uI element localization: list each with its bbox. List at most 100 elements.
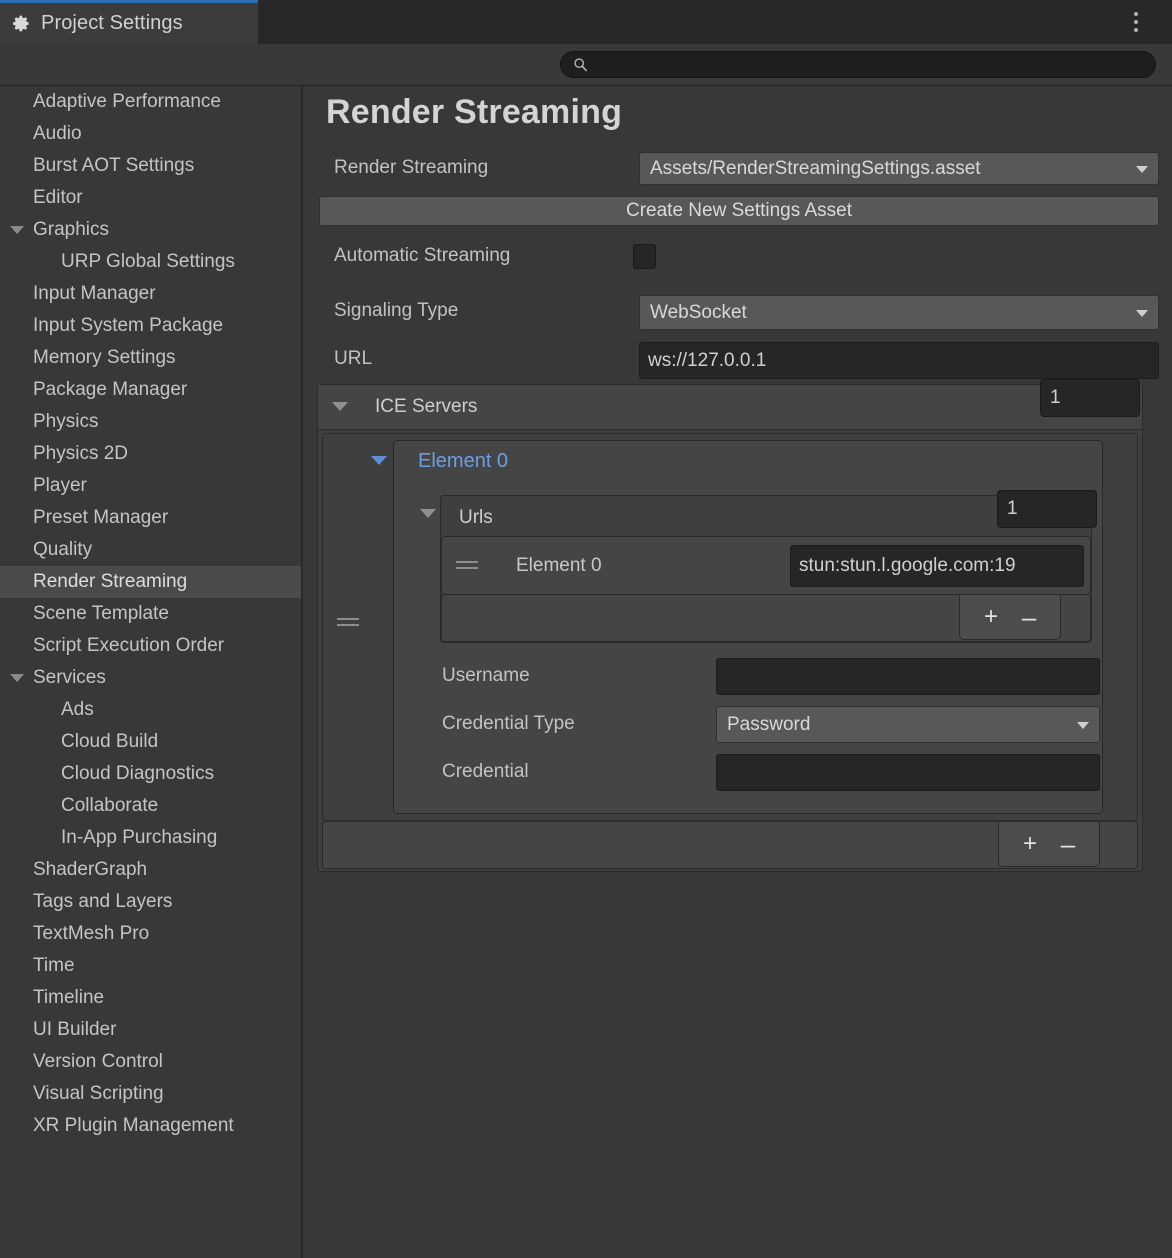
render-streaming-row: Render Streaming Assets/RenderStreamingS… [305,148,1172,188]
automatic-streaming-row: Automatic Streaming [305,236,1172,276]
settings-sidebar[interactable]: Adaptive Performance AudioBurst AOT Setti… [0,86,303,1258]
kebab-dot [1134,20,1138,24]
sidebar-item-label: Services [33,667,106,689]
username-label: Username [442,665,530,687]
automatic-streaming-checkbox[interactable] [633,244,656,269]
sidebar-item-label: Ads [61,699,94,721]
sidebar-item-services[interactable]: Services [0,662,301,694]
credential-type-dropdown[interactable]: Password [716,706,1100,743]
urls-element-drag-handle[interactable] [456,561,478,571]
ice-servers-foldout-icon[interactable] [332,402,348,411]
sidebar-item-scene-template[interactable]: Scene Template [0,598,301,630]
kebab-menu-icon[interactable] [1128,10,1144,34]
sidebar-item-cloud-build[interactable]: Cloud Build [0,726,301,758]
sidebar-item-time[interactable]: Time [0,950,301,982]
sidebar-item-collaborate[interactable]: Collaborate [0,790,301,822]
page-title: Render Streaming [326,93,622,132]
sidebar-item-label: Physics [33,411,98,433]
url-input[interactable]: ws://127.0.0.1 [639,342,1159,379]
ice-servers-remove-button[interactable]: – [1057,831,1079,857]
sidebar-item-version-control[interactable]: Version Control [0,1046,301,1078]
sidebar-item-tags-and-layers[interactable]: Tags and Layers [0,886,301,918]
sidebar-item-label: Collaborate [61,795,158,817]
sidebar-item-player[interactable]: Player [0,470,301,502]
sidebar-item-cloud-diagnostics[interactable]: Cloud Diagnostics [0,758,301,790]
urls-add-button[interactable]: + [980,604,1002,630]
sidebar-item-audio[interactable]: Audio [0,118,301,150]
credential-type-label: Credential Type [442,713,575,735]
urls-size-field[interactable]: 1 [997,490,1097,528]
kebab-dot [1134,12,1138,16]
chevron-down-icon [1136,310,1148,317]
sidebar-item-input-manager[interactable]: Input Manager [0,278,301,310]
sidebar-item-burst-aot-settings[interactable]: Burst AOT Settings [0,150,301,182]
sidebar-item-ads[interactable]: Ads [0,694,301,726]
sidebar-item-physics-2d[interactable]: Physics 2D [0,438,301,470]
ice-servers-add-button[interactable]: + [1019,831,1041,857]
render-streaming-asset-field[interactable]: Assets/RenderStreamingSettings.asset [639,152,1159,185]
sidebar-item-label: Quality [33,539,92,561]
urls-element-row: Element 0 stun:stun.l.google.com:19 [441,536,1091,595]
kebab-dot [1134,28,1138,32]
sidebar-item-label: Render Streaming [33,571,187,593]
sidebar-item-adaptive-performance[interactable]: Adaptive Performance [0,86,301,118]
search-field[interactable] [560,51,1156,78]
sidebar-item-quality[interactable]: Quality [0,534,301,566]
ice-element-0-label: Element 0 [418,450,508,473]
sidebar-item-label: Package Manager [33,379,187,401]
sidebar-item-label: Player [33,475,87,497]
url-value: ws://127.0.0.1 [648,350,766,372]
ice-element-foldout-icon[interactable] [371,456,387,465]
sidebar-item-textmesh-pro[interactable]: TextMesh Pro [0,918,301,950]
sidebar-item-input-system-package[interactable]: Input System Package [0,310,301,342]
chevron-down-icon[interactable] [10,226,24,234]
ice-servers-header[interactable]: ICE Servers [318,385,1142,430]
render-streaming-label: Render Streaming [334,157,488,179]
tab-project-settings[interactable]: Project Settings [0,0,258,44]
signaling-type-dropdown[interactable]: WebSocket [639,295,1159,330]
credential-row: Credential [394,749,1104,795]
credential-input[interactable] [716,754,1100,791]
sidebar-item-label: UI Builder [33,1019,116,1041]
sidebar-item-memory-settings[interactable]: Memory Settings [0,342,301,374]
sidebar-item-label: Physics 2D [33,443,128,465]
sidebar-item-shadergraph[interactable]: ShaderGraph [0,854,301,886]
sidebar-item-physics[interactable]: Physics [0,406,301,438]
chevron-down-icon[interactable] [10,674,24,682]
tab-label: Project Settings [41,12,183,35]
sidebar-item-label: XR Plugin Management [33,1115,234,1137]
sidebar-item-in-app-purchasing[interactable]: In-App Purchasing [0,822,301,854]
sidebar-item-label: Input Manager [33,283,156,305]
sidebar-item-package-manager[interactable]: Package Manager [0,374,301,406]
urls-element-0-label: Element 0 [516,555,602,577]
urls-remove-button[interactable]: – [1018,604,1040,630]
ice-servers-size-field[interactable]: 1 [1040,379,1140,417]
sidebar-item-label: ShaderGraph [33,859,147,881]
sidebar-item-timeline[interactable]: Timeline [0,982,301,1014]
sidebar-item-label: Scene Template [33,603,169,625]
sidebar-item-label: Cloud Diagnostics [61,763,214,785]
url-row: URL ws://127.0.0.1 [305,339,1172,379]
sidebar-item-label: Tags and Layers [33,891,172,913]
sidebar-item-urp-global-settings[interactable]: URP Global Settings [0,246,301,278]
urls-element-0-input[interactable]: stun:stun.l.google.com:19 [790,545,1084,587]
sidebar-item-xr-plugin-management[interactable]: XR Plugin Management [0,1110,301,1142]
sidebar-item-render-streaming[interactable]: Render Streaming [0,566,301,598]
sidebar-item-label: Adaptive Performance [33,91,221,113]
search-input[interactable] [594,56,1118,74]
sidebar-item-label: Cloud Build [61,731,158,753]
sidebar-item-script-execution-order[interactable]: Script Execution Order [0,630,301,662]
create-new-settings-asset-button[interactable]: Create New Settings Asset [319,196,1159,226]
sidebar-item-preset-manager[interactable]: Preset Manager [0,502,301,534]
username-input[interactable] [716,658,1100,695]
sidebar-item-graphics[interactable]: Graphics [0,214,301,246]
sidebar-item-visual-scripting[interactable]: Visual Scripting [0,1078,301,1110]
ice-element-drag-handle[interactable] [337,618,359,628]
sidebar-item-label: TextMesh Pro [33,923,149,945]
ice-element-0-panel: Element 0 Urls 1 Element 0 stun:stu [393,440,1103,814]
sidebar-item-editor[interactable]: Editor [0,182,301,214]
ice-servers-size-value: 1 [1050,387,1061,409]
sidebar-item-label: Version Control [33,1051,163,1073]
urls-foldout-icon[interactable] [420,509,436,518]
sidebar-item-ui-builder[interactable]: UI Builder [0,1014,301,1046]
